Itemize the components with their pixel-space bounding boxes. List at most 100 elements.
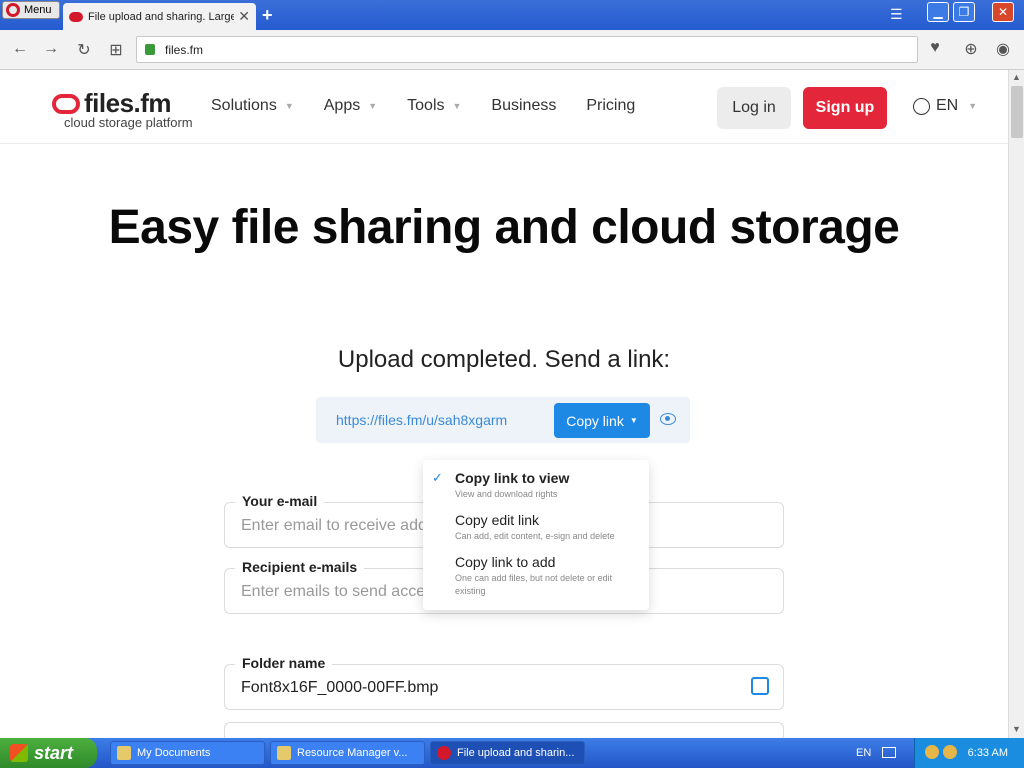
- chevron-down-icon: ▼: [452, 101, 462, 111]
- task-label: My Documents: [137, 747, 211, 759]
- back-icon[interactable]: ←: [10, 40, 30, 58]
- folder-icon: [117, 746, 131, 760]
- chevron-down-icon: ▼: [368, 101, 378, 111]
- search-icon[interactable]: [943, 745, 957, 759]
- tab-close-icon[interactable]: ✕: [238, 8, 250, 25]
- language-selector[interactable]: EN ▼: [913, 97, 977, 115]
- scroll-up-icon[interactable]: ▲: [1012, 72, 1021, 82]
- nav-tools-label: Tools: [407, 97, 445, 114]
- eye-icon[interactable]: [660, 413, 676, 425]
- upload-status: Upload completed. Send a link:: [337, 346, 671, 373]
- keyboard-icon[interactable]: [882, 747, 896, 758]
- account-icon[interactable]: ◉: [992, 39, 1014, 61]
- folder-name-field[interactable]: Folder name Font8x16F_0000-00FF.bmp: [224, 655, 784, 710]
- start-label: start: [34, 742, 74, 763]
- dropdown-item-add[interactable]: Copy link to add One can add files, but …: [455, 554, 635, 598]
- close-window-button[interactable]: ✕: [992, 2, 1014, 22]
- site-header: files.fm cloud storage platform Solution…: [0, 70, 1008, 144]
- dropdown-item-desc: View and download rights: [455, 489, 558, 499]
- copy-link-button[interactable]: Copy link ▼: [554, 403, 650, 438]
- dropdown-item-title: Copy edit link: [455, 512, 540, 528]
- scroll-down-icon[interactable]: ▼: [1012, 724, 1021, 734]
- task-label: File upload and sharin...: [457, 747, 575, 759]
- browser-menu-button[interactable]: Menu: [2, 1, 60, 19]
- task-my-documents[interactable]: My Documents: [110, 741, 265, 765]
- site-logo[interactable]: files.fm cloud storage platform: [52, 88, 193, 130]
- windows-logo-icon: [10, 744, 28, 762]
- speed-dial-icon[interactable]: ⊞: [106, 40, 126, 60]
- app-icon: [277, 746, 291, 760]
- copy-link-dropdown: ✓ Copy link to view View and download ri…: [423, 460, 649, 610]
- logo-tagline: cloud storage platform: [64, 115, 193, 130]
- dropdown-item-title: Copy link to add: [455, 554, 556, 570]
- your-email-label: Your e-mail: [235, 493, 325, 509]
- recipient-emails-placeholder: Enter emails to send acce: [241, 583, 426, 600]
- clock: 6:33 AM: [967, 747, 1008, 759]
- network-icon[interactable]: [925, 745, 939, 759]
- globe-icon: [913, 97, 930, 115]
- next-field[interactable]: [224, 722, 784, 738]
- copy-link-label: Copy link: [566, 412, 624, 429]
- login-button[interactable]: Log in: [717, 87, 791, 129]
- folder-name-label: Folder name: [235, 655, 333, 671]
- address-bar-row: ← → ↻ ⊞ files.fm ♥ ⊕ ◉: [0, 30, 1024, 70]
- dropdown-item-desc: One can add files, but not delete or edi…: [455, 573, 613, 596]
- nav-solutions-label: Solutions: [211, 97, 277, 114]
- web-page: files.fm cloud storage platform Solution…: [0, 70, 1008, 738]
- checkmark-icon: ✓: [432, 470, 443, 485]
- minimize-button[interactable]: ▁: [927, 2, 949, 22]
- caret-down-icon: ▼: [629, 416, 638, 425]
- tab-title: File upload and sharing. Large: [88, 10, 235, 23]
- edit-icon[interactable]: [751, 677, 769, 695]
- recipient-emails-label: Recipient e-mails: [235, 559, 365, 575]
- download-icon[interactable]: ⊕: [960, 39, 982, 61]
- tab-menu-icon[interactable]: ☰: [890, 6, 903, 23]
- opera-icon: [437, 746, 451, 760]
- signup-button[interactable]: Sign up: [803, 87, 887, 129]
- opera-logo-icon: [6, 3, 20, 17]
- secure-lock-icon: [145, 44, 155, 55]
- reload-icon[interactable]: ↻: [74, 40, 94, 60]
- heart-icon[interactable]: ♥: [924, 39, 946, 61]
- chevron-down-icon: ▼: [968, 101, 978, 111]
- maximize-button[interactable]: ❐: [953, 2, 975, 22]
- share-link-box: https://files.fm/u/sah8xgarm Copy link ▼: [316, 397, 690, 443]
- forward-icon[interactable]: →: [41, 40, 61, 58]
- nav-business-label: Business: [491, 97, 557, 114]
- favicon-icon: [69, 11, 83, 22]
- share-link-text[interactable]: https://files.fm/u/sah8xgarm: [336, 412, 507, 428]
- language-indicator[interactable]: EN: [856, 747, 871, 759]
- windows-taskbar: start My Documents Resource Manager v...…: [0, 738, 1024, 768]
- page-scrollbar[interactable]: ▲ ▼: [1008, 70, 1024, 738]
- your-email-placeholder: Enter email to receive add: [241, 517, 427, 534]
- system-tray: 6:33 AM: [914, 738, 1024, 768]
- start-button[interactable]: start: [0, 738, 97, 768]
- nav-business[interactable]: Business: [491, 97, 556, 115]
- url-field[interactable]: files.fm: [136, 36, 918, 63]
- language-label: EN: [936, 97, 959, 114]
- hero-title: Easy file sharing and cloud storage: [108, 201, 900, 254]
- menu-label: Menu: [24, 4, 52, 16]
- main-nav: Solutions ▼ Apps ▼ Tools ▼ Business Pricing: [211, 97, 665, 115]
- dropdown-item-desc: Can add, edit content, e-sign and delete: [455, 531, 615, 541]
- new-tab-button[interactable]: +: [262, 5, 273, 26]
- folder-name-value: Font8x16F_0000-00FF.bmp: [241, 679, 439, 696]
- dropdown-item-view[interactable]: Copy link to view View and download righ…: [455, 470, 635, 501]
- nav-tools[interactable]: Tools ▼: [407, 97, 461, 115]
- task-browser[interactable]: File upload and sharin...: [430, 741, 585, 765]
- nav-pricing-label: Pricing: [586, 97, 636, 114]
- dropdown-item-title: Copy link to view: [455, 470, 570, 486]
- nav-apps-label: Apps: [323, 97, 361, 114]
- nav-pricing[interactable]: Pricing: [586, 97, 635, 115]
- scroll-thumb[interactable]: [1011, 86, 1023, 138]
- nav-solutions[interactable]: Solutions ▼: [211, 97, 294, 115]
- task-resource-manager[interactable]: Resource Manager v...: [270, 741, 425, 765]
- cloud-logo-icon: [52, 93, 80, 114]
- chevron-down-icon: ▼: [284, 101, 294, 111]
- dropdown-item-edit[interactable]: Copy edit link Can add, edit content, e-…: [455, 512, 635, 543]
- nav-apps[interactable]: Apps ▼: [324, 97, 377, 115]
- task-label: Resource Manager v...: [297, 747, 408, 759]
- browser-tab[interactable]: File upload and sharing. Large ✕: [63, 3, 256, 30]
- url-text: files.fm: [165, 42, 204, 57]
- browser-titlebar: Menu File upload and sharing. Large ✕ + …: [0, 0, 1024, 30]
